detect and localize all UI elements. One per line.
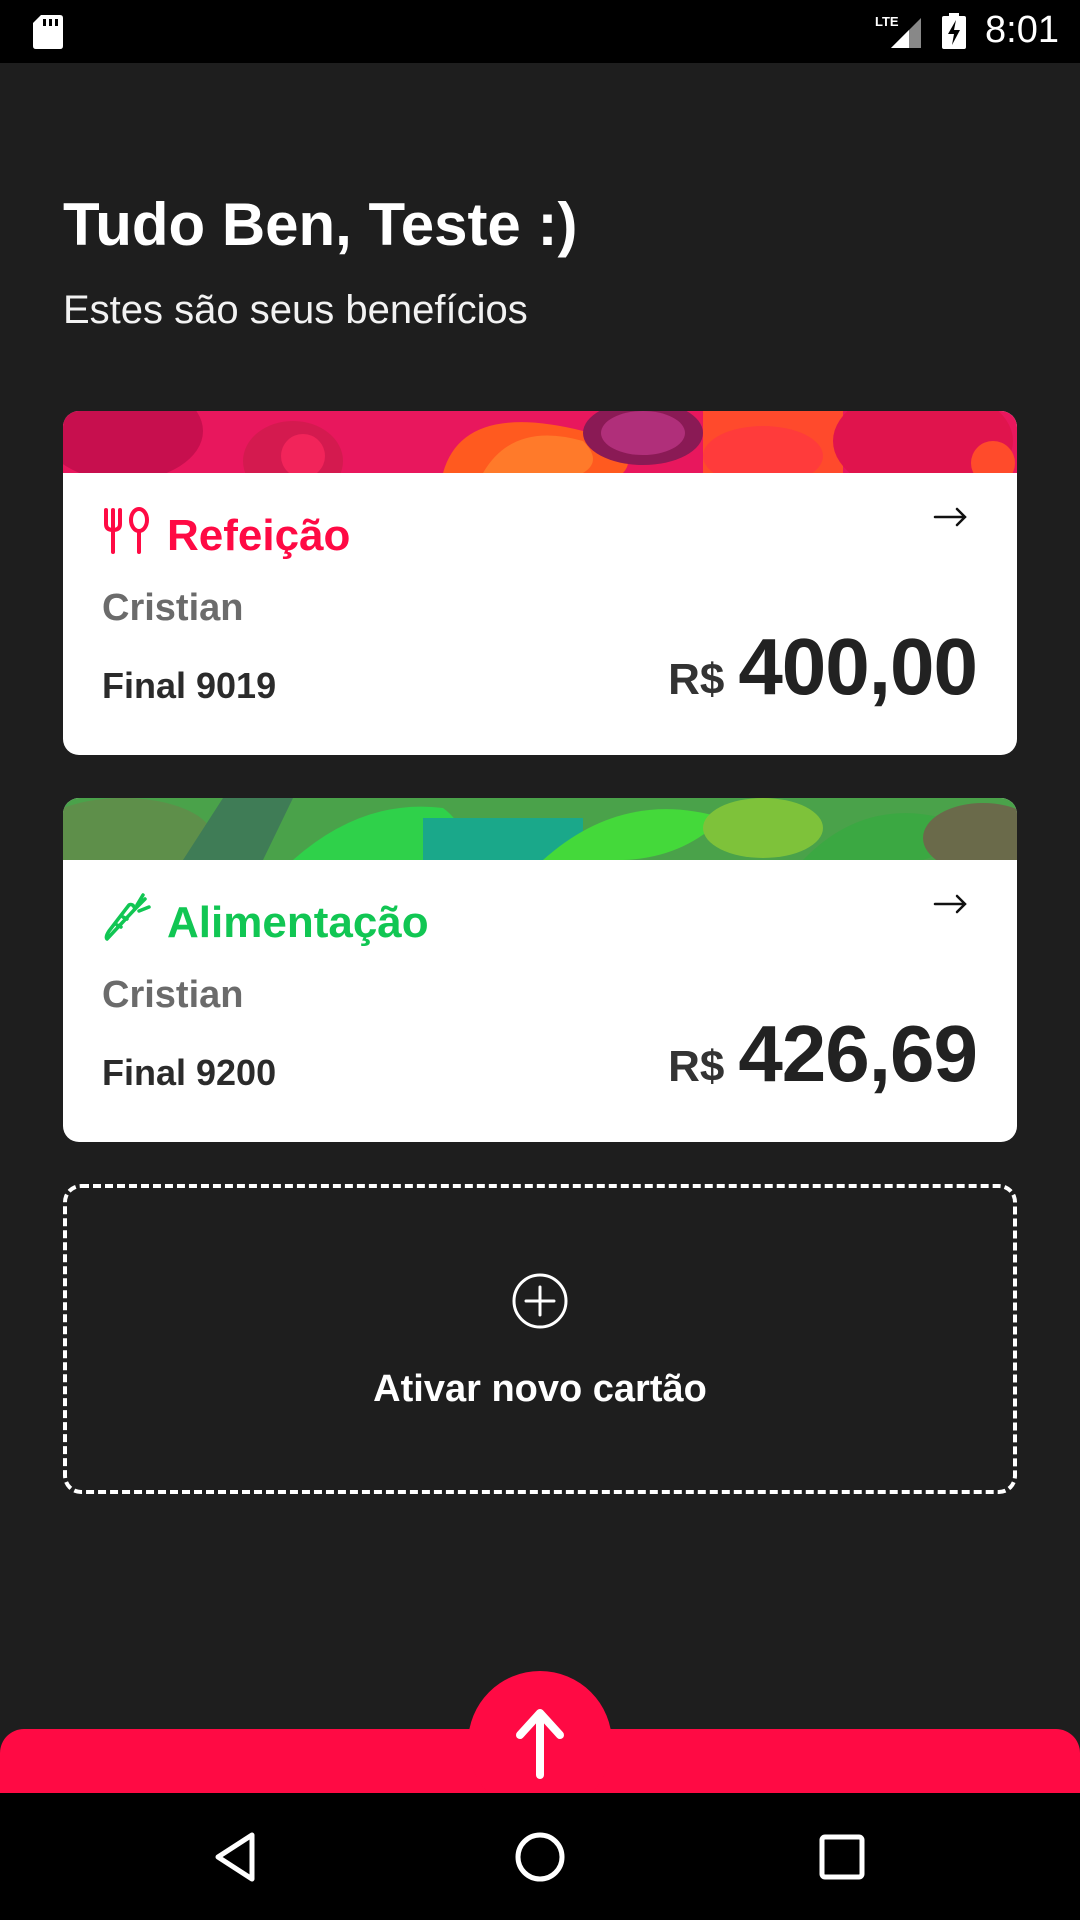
greeting-subtitle: Estes são seus benefícios bbox=[63, 288, 528, 332]
benefit-card-refeicao[interactable]: Refeição Cristian Final 9019 R$ 400,00 bbox=[63, 411, 1017, 755]
status-time: 8:01 bbox=[985, 9, 1059, 51]
fork-knife-icon bbox=[104, 507, 149, 554]
card-balance: R$ 400,00 bbox=[668, 621, 978, 713]
card-holder-name: Cristian bbox=[102, 974, 244, 1016]
balance-amount: 400,00 bbox=[738, 622, 978, 711]
card-balance: R$ 426,69 bbox=[668, 1008, 978, 1100]
status-bar: LTE 8:01 bbox=[0, 0, 1080, 63]
battery-charging-icon bbox=[942, 13, 966, 49]
system-nav-bar bbox=[0, 1793, 1080, 1920]
carrot-icon bbox=[104, 893, 151, 941]
card-final-digits: Final 9019 bbox=[102, 665, 277, 706]
card-final-digits: Final 9200 bbox=[102, 1052, 277, 1093]
greeting-title: Tudo Ben, Teste :) bbox=[63, 191, 578, 258]
arrow-right-icon[interactable] bbox=[931, 884, 971, 924]
back-triangle-icon[interactable] bbox=[206, 1827, 266, 1887]
home-circle-icon[interactable] bbox=[510, 1827, 570, 1887]
balance-amount: 426,69 bbox=[738, 1009, 978, 1098]
activate-new-card-button[interactable]: Ativar novo cartão bbox=[63, 1184, 1017, 1494]
card-type-label: Alimentação bbox=[167, 898, 429, 947]
app-screen: LTE 8:01 Tudo Ben, Teste :) Estes são se… bbox=[0, 0, 1080, 1920]
sd-card-icon bbox=[33, 15, 63, 49]
arrow-up-icon bbox=[516, 1709, 564, 1779]
arrow-right-icon[interactable] bbox=[931, 497, 971, 537]
currency-symbol: R$ bbox=[668, 1042, 725, 1091]
card-type-label: Refeição bbox=[167, 511, 351, 560]
benefit-card-alimentacao[interactable]: Alimentação Cristian Final 9200 R$ 426,6… bbox=[63, 798, 1017, 1142]
recents-square-icon[interactable] bbox=[812, 1827, 872, 1887]
card-holder-name: Cristian bbox=[102, 587, 244, 629]
lte-label: LTE bbox=[875, 14, 899, 29]
card-banner-vegetables bbox=[63, 798, 1017, 860]
plus-circle-icon bbox=[512, 1273, 568, 1329]
activate-label: Ativar novo cartão bbox=[373, 1368, 707, 1410]
signal-lte-icon: LTE bbox=[875, 14, 921, 48]
card-banner-fruits bbox=[63, 411, 1017, 473]
currency-symbol: R$ bbox=[668, 655, 725, 704]
